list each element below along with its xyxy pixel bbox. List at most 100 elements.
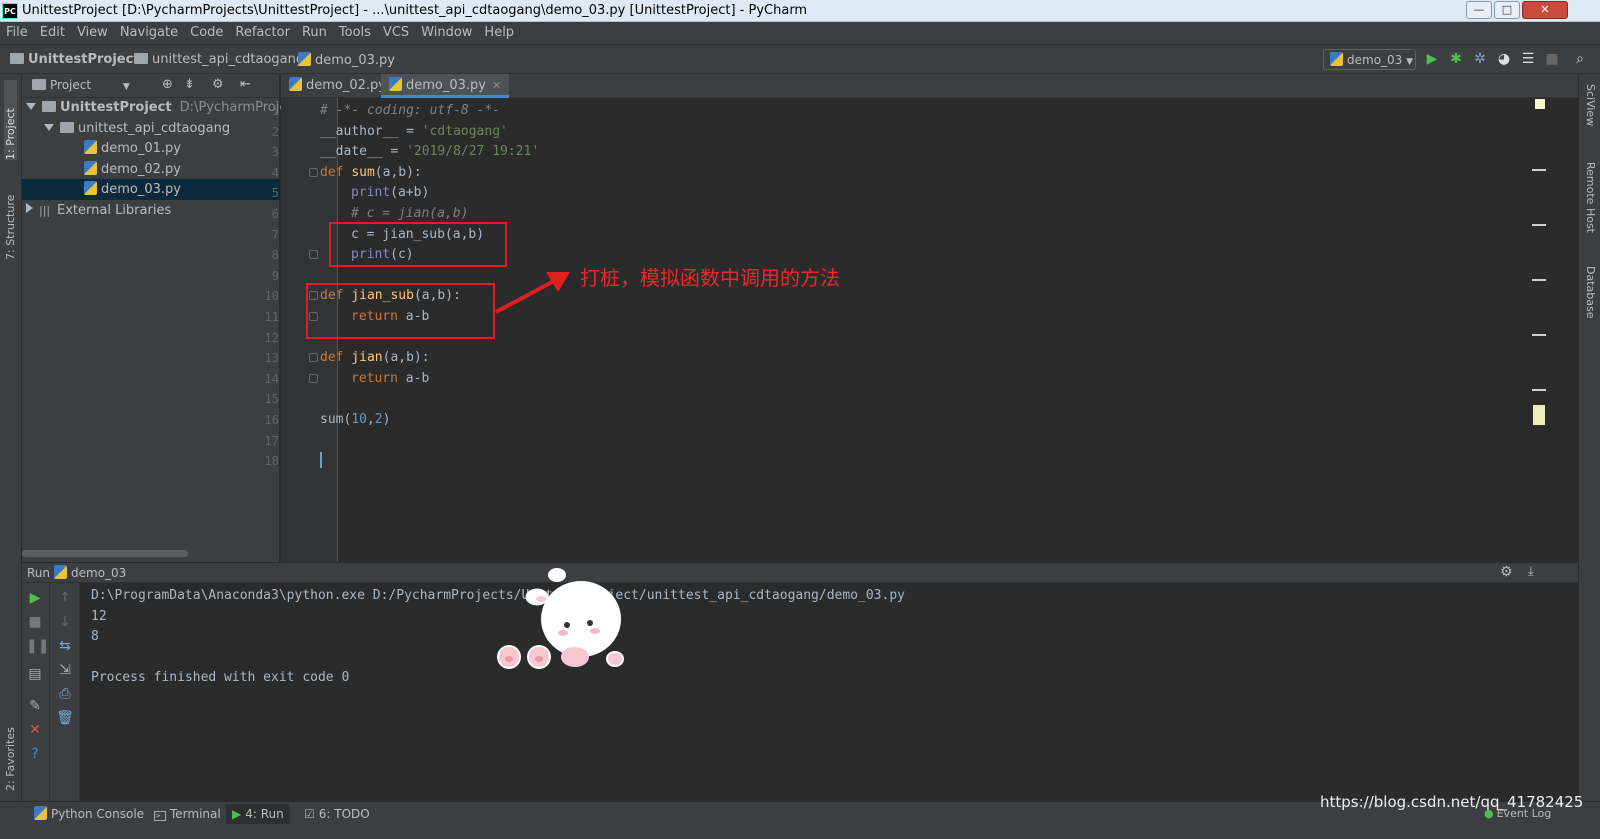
run-configuration-select[interactable]: demo_03 ▼	[1323, 49, 1416, 70]
menu-help[interactable]: Help	[478, 22, 520, 40]
breadcrumb-project[interactable]: UnittestProject	[10, 52, 140, 67]
fold-marker-icon[interactable]	[309, 250, 318, 259]
menu-bar: File Edit View Navigate Code Refactor Run Tools…	[0, 22, 1600, 44]
hide-panel-icon[interactable]: ⇤	[240, 77, 251, 92]
menu-refactor[interactable]: Refactor	[229, 22, 296, 40]
fold-marker-icon[interactable]	[309, 374, 318, 383]
stripe-mark[interactable]	[1532, 389, 1546, 391]
sciview-tool-tab[interactable]: SciView	[1584, 84, 1597, 144]
code-line-5: print(a+b)	[351, 185, 430, 200]
pause-icon[interactable]: ❚❚	[26, 637, 49, 655]
soft-wrap-icon[interactable]: ⇆	[56, 637, 74, 655]
gear-icon[interactable]: ⚙	[1500, 564, 1513, 580]
close-icon[interactable]: ✕	[26, 721, 44, 739]
menu-code[interactable]: Code	[184, 22, 229, 40]
project-view-select[interactable]: Project ▼	[32, 78, 130, 92]
right-tool-strip: SciView Remote Host Database	[1578, 74, 1600, 801]
collapse-all-icon[interactable]: ⇟	[184, 77, 195, 92]
run-icon[interactable]: ▶	[1424, 51, 1440, 67]
tree-item-demo-03[interactable]: demo_03.py	[22, 179, 280, 200]
gear-icon[interactable]: ⚙	[212, 77, 224, 92]
menu-navigate[interactable]: Navigate	[114, 22, 184, 40]
structure-tool-tab[interactable]: 7: Structure	[4, 170, 17, 260]
close-window-button[interactable]: ✕	[1522, 1, 1568, 19]
pin-tab-icon[interactable]: ✎	[26, 697, 44, 715]
scroll-to-end-icon[interactable]: ⇲	[56, 661, 74, 679]
tab-todo[interactable]: ☑ 6: TODO	[298, 804, 376, 824]
rerun-icon[interactable]: ▶	[26, 589, 44, 607]
collapse-arrow-icon	[26, 203, 33, 213]
menu-tools[interactable]: Tools	[333, 22, 377, 40]
print-icon[interactable]: ⎙	[56, 685, 74, 703]
python-file-icon	[84, 161, 97, 175]
highlight-box-stub	[306, 283, 495, 339]
line-number: 15	[264, 392, 279, 406]
folder-icon	[10, 53, 24, 64]
tree-item-project-root[interactable]: UnittestProject D:\PycharmProjec	[22, 97, 295, 118]
menu-vcs[interactable]: VCS	[377, 22, 415, 40]
breadcrumb-folder[interactable]: unittest_api_cdtaogang	[134, 52, 304, 67]
terminal-icon: >	[154, 811, 166, 821]
stripe-mark[interactable]	[1532, 279, 1546, 281]
minimize-button[interactable]: —	[1466, 1, 1492, 19]
tree-item-demo-02[interactable]: demo_02.py	[22, 159, 280, 180]
tree-item-demo-01[interactable]: demo_01.py	[22, 138, 280, 159]
library-icon: |||	[39, 204, 51, 217]
menu-file[interactable]: File	[0, 22, 34, 40]
tree-item-external-libraries[interactable]: ||| External Libraries	[22, 200, 280, 221]
menu-view[interactable]: View	[71, 22, 114, 40]
stripe-mark[interactable]	[1532, 334, 1546, 336]
run-console[interactable]: D:\ProgramData\Anaconda3\python.exe D:/P…	[80, 583, 1578, 801]
locate-icon[interactable]: ⊕	[162, 77, 173, 92]
line-number: 6	[271, 207, 279, 221]
python-file-icon	[1330, 52, 1343, 66]
close-tab-icon[interactable]: ✕	[492, 79, 501, 92]
breadcrumb-file[interactable]: demo_03.py	[298, 52, 395, 68]
watermark-text: https://blog.csdn.net/qq_41782425	[1320, 793, 1584, 811]
todo-icon: ☑	[304, 807, 315, 821]
menu-run[interactable]: Run	[296, 22, 333, 40]
fold-marker-icon[interactable]	[309, 353, 318, 362]
favorites-tool-tab[interactable]: 2: Favorites	[4, 706, 17, 791]
trash-icon[interactable]: 🗑	[56, 709, 74, 727]
menu-edit[interactable]: Edit	[34, 22, 71, 40]
stripe-mark[interactable]	[1532, 169, 1546, 171]
tab-python-console[interactable]: Python Console	[28, 804, 150, 824]
concurrency-icon[interactable]: ☰	[1520, 51, 1536, 67]
search-icon[interactable]: ⌕	[1572, 51, 1588, 67]
remote-host-tool-tab[interactable]: Remote Host	[1584, 162, 1597, 252]
database-tool-tab[interactable]: Database	[1584, 266, 1597, 336]
tab-demo-03[interactable]: demo_03.py ✕	[381, 74, 510, 98]
code-line-2: __author__ = 'cdtaogang'	[320, 124, 508, 139]
line-number: 8	[271, 248, 279, 262]
line-number: 12	[264, 331, 279, 345]
run-config-tab[interactable]: demo_03	[54, 565, 126, 580]
maximize-button[interactable]: □	[1494, 1, 1520, 19]
inspection-status-icon[interactable]	[1535, 99, 1545, 109]
hide-panel-icon[interactable]: ⤓	[1528, 564, 1534, 579]
tab-run[interactable]: ▶ 4: Run	[226, 804, 290, 824]
project-tool-tab[interactable]: 1: Project	[4, 80, 17, 160]
stripe-mark[interactable]	[1533, 405, 1545, 425]
arrow-up-icon[interactable]: ↑	[56, 589, 74, 607]
coverage-icon[interactable]: ✲	[1472, 51, 1488, 67]
run-panel-label: Run	[27, 566, 51, 580]
code-line-13: def jian(a,b):	[320, 350, 430, 365]
arrow-down-icon[interactable]: ↓	[56, 613, 74, 631]
python-console-icon	[34, 806, 47, 820]
python-file-icon	[298, 52, 311, 66]
tree-item-folder[interactable]: unittest_api_cdtaogang	[22, 118, 280, 139]
debug-icon[interactable]: ✱	[1448, 51, 1464, 67]
stop-icon[interactable]: ■	[26, 613, 44, 631]
fold-marker-icon[interactable]	[309, 168, 318, 177]
menu-window[interactable]: Window	[415, 22, 478, 40]
profile-icon[interactable]: ◕	[1496, 51, 1512, 67]
dump-threads-icon[interactable]: ▤	[26, 665, 44, 683]
horizontal-scrollbar[interactable]	[22, 550, 188, 557]
line-number: 11	[264, 310, 279, 324]
help-icon[interactable]: ?	[26, 745, 44, 763]
console-line: Process finished with exit code 0	[91, 670, 350, 685]
stripe-mark[interactable]	[1532, 224, 1546, 226]
tab-terminal[interactable]: > Terminal	[148, 804, 227, 824]
stop-icon[interactable]: ■	[1544, 51, 1560, 67]
